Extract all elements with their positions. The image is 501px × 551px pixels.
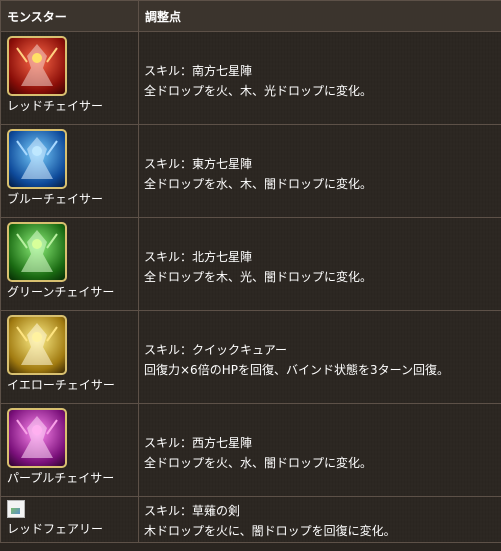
adjustment-cell: スキル：南方七星陣 全ドロップを火、木、光ドロップに変化。 bbox=[138, 31, 501, 125]
skill-effect: 全ドロップを火、水、闇ドロップに変化。 bbox=[144, 456, 373, 470]
table-header-row: モンスター 調整点 bbox=[0, 0, 501, 32]
purple-chaser-icon[interactable] bbox=[7, 408, 67, 468]
skill-effect: 木ドロップを火に、闇ドロップを回復に変化。 bbox=[144, 523, 396, 538]
skill-name: スキル：南方七星陣 bbox=[144, 64, 253, 78]
red-chaser-icon[interactable] bbox=[7, 36, 67, 96]
blue-chaser-icon[interactable] bbox=[7, 129, 67, 189]
adjustment-cell: スキル：西方七星陣 全ドロップを火、水、闇ドロップに変化。 bbox=[138, 403, 501, 497]
table-row: イエローチェイサー スキル：クイックキュアー 回復力×6倍のHPを回復、バインド… bbox=[0, 310, 501, 404]
table-row: パープルチェイサー スキル：西方七星陣 全ドロップを火、水、闇ドロップに変化。 bbox=[0, 403, 501, 497]
monster-name: グリーンチェイサー bbox=[7, 285, 115, 299]
skill-effect: 回復力×6倍のHPを回復、バインド状態を3ターン回復。 bbox=[144, 363, 449, 377]
table-row: レッドチェイサー スキル：南方七星陣 全ドロップを火、木、光ドロップに変化。 bbox=[0, 31, 501, 125]
skill-name: スキル：草薙の剣 bbox=[144, 503, 241, 518]
header-adjustment: 調整点 bbox=[138, 0, 501, 32]
skill-name: スキル：クイックキュアー bbox=[144, 343, 288, 357]
skill-effect: 全ドロップを水、木、闇ドロップに変化。 bbox=[144, 177, 373, 191]
skill-name: スキル：東方七星陣 bbox=[144, 157, 253, 171]
adjustment-cell: スキル：東方七星陣 全ドロップを水、木、闇ドロップに変化。 bbox=[138, 124, 501, 218]
table-row: レッドフェアリー スキル：草薙の剣 木ドロップを火に、闇ドロップを回復に変化。 bbox=[0, 496, 501, 543]
adjustment-table: モンスター 調整点 レッドチェイサー スキル：南方七星陣 全ドロップを火、木、光… bbox=[0, 0, 501, 543]
skill-effect: 全ドロップを火、木、光ドロップに変化。 bbox=[144, 84, 373, 98]
header-monster: モンスター bbox=[0, 0, 139, 32]
monster-cell: レッドフェアリー bbox=[0, 496, 139, 543]
monster-cell: レッドチェイサー bbox=[0, 31, 139, 125]
monster-cell: イエローチェイサー bbox=[0, 310, 139, 404]
table-row: グリーンチェイサー スキル：北方七星陣 全ドロップを木、光、闇ドロップに変化。 bbox=[0, 217, 501, 311]
monster-name: レッドフェアリー bbox=[7, 522, 104, 536]
yellow-chaser-icon[interactable] bbox=[7, 315, 67, 375]
monster-name: パープルチェイサー bbox=[7, 471, 115, 485]
adjustment-cell: スキル：草薙の剣 木ドロップを火に、闇ドロップを回復に変化。 bbox=[138, 496, 501, 543]
skill-name: スキル：西方七星陣 bbox=[144, 436, 253, 450]
green-chaser-icon[interactable] bbox=[7, 222, 67, 282]
table-row: ブルーチェイサー スキル：東方七星陣 全ドロップを水、木、闇ドロップに変化。 bbox=[0, 124, 501, 218]
broken-image-icon[interactable] bbox=[7, 500, 25, 518]
skill-name: スキル：北方七星陣 bbox=[144, 250, 253, 264]
monster-cell: パープルチェイサー bbox=[0, 403, 139, 497]
adjustment-cell: スキル：北方七星陣 全ドロップを木、光、闇ドロップに変化。 bbox=[138, 217, 501, 311]
monster-name: イエローチェイサー bbox=[7, 378, 115, 392]
monster-name: ブルーチェイサー bbox=[7, 192, 104, 206]
adjustment-cell: スキル：クイックキュアー 回復力×6倍のHPを回復、バインド状態を3ターン回復。 bbox=[138, 310, 501, 404]
skill-effect: 全ドロップを木、光、闇ドロップに変化。 bbox=[144, 270, 373, 284]
monster-cell: グリーンチェイサー bbox=[0, 217, 139, 311]
monster-name: レッドチェイサー bbox=[7, 99, 104, 113]
monster-cell: ブルーチェイサー bbox=[0, 124, 139, 218]
